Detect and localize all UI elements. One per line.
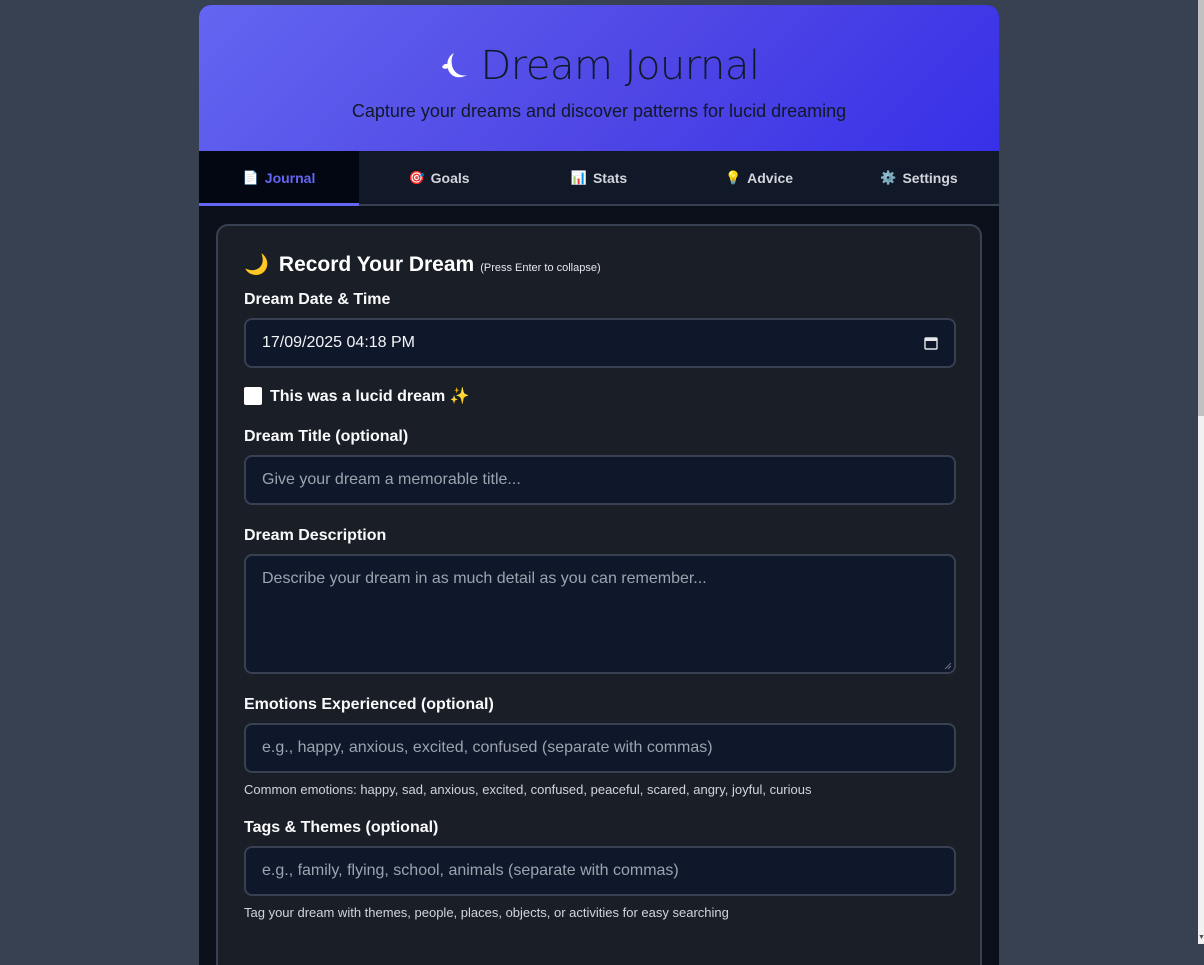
tab-label: Journal (264, 169, 316, 186)
date-label: Dream Date & Time (244, 291, 391, 308)
tags-help-text: Tag your dream with themes, people, plac… (244, 905, 729, 920)
collapse-hint: (Press Enter to collapse) (480, 262, 601, 274)
description-placeholder: Describe your dream in as much detail as… (262, 570, 707, 587)
card-title: Record Your Dream (278, 253, 475, 276)
title-label: Dream Title (optional) (244, 428, 409, 445)
crescent-moon-icon: 🌙 (244, 254, 269, 276)
tags-input[interactable]: e.g., family, flying, school, animals (s… (244, 846, 956, 896)
description-label: Dream Description (244, 527, 387, 544)
scrollbar-thumb[interactable] (1198, 0, 1204, 416)
tags-label: Tags & Themes (optional) (244, 819, 439, 836)
calendar-icon[interactable] (924, 336, 938, 350)
emotions-field-group: Emotions Experienced (optional) e.g., ha… (244, 696, 956, 797)
datetime-value: 17/09/2025 04:18 PM (262, 334, 416, 351)
lucid-checkbox-label[interactable]: This was a lucid dream ✨ (270, 386, 470, 406)
dream-title-input[interactable]: Give your dream a memorable title... (244, 455, 956, 505)
tab-goals[interactable]: 🎯 Goals (359, 151, 519, 204)
tab-settings[interactable]: ⚙️ Settings (839, 151, 999, 204)
tab-label: Advice (747, 169, 794, 186)
app-container: Dream Journal Capture your dreams and di… (199, 5, 999, 965)
moon-icon (442, 53, 468, 78)
app-title: Dream Journal (480, 43, 760, 89)
tab-bar: 📄 Journal 🎯 Goals 📊 Stats 💡 Advice ⚙️ Se… (199, 151, 999, 206)
tab-stats[interactable]: 📊 Stats (519, 151, 679, 204)
dream-description-textarea[interactable]: Describe your dream in as much detail as… (244, 554, 956, 674)
record-dream-card: 🌙 Record Your Dream (Press Enter to coll… (216, 224, 982, 965)
title-row: Dream Journal (199, 5, 999, 91)
tab-label: Stats (592, 169, 628, 186)
dream-datetime-input[interactable]: 17/09/2025 04:18 PM (244, 318, 956, 368)
emotions-help-text: Common emotions: happy, sad, anxious, ex… (244, 782, 812, 797)
app-subtitle: Capture your dreams and discover pattern… (351, 101, 847, 121)
gear-icon: ⚙️ (880, 169, 897, 185)
target-icon: 🎯 (408, 169, 425, 185)
tab-journal[interactable]: 📄 Journal (199, 151, 359, 206)
document-icon: 📄 (242, 169, 259, 185)
scroll-down-arrow-icon[interactable]: ▼ (1198, 934, 1204, 942)
title-field-group: Dream Title (optional) Give your dream a… (244, 428, 956, 505)
title-placeholder: Give your dream a memorable title... (262, 471, 521, 488)
tab-content: 🌙 Record Your Dream (Press Enter to coll… (199, 206, 999, 965)
emotions-input[interactable]: e.g., happy, anxious, excited, confused … (244, 723, 956, 773)
tab-advice[interactable]: 💡 Advice (679, 151, 839, 204)
lightbulb-icon: 💡 (724, 169, 742, 185)
tags-field-group: Tags & Themes (optional) e.g., family, f… (244, 819, 956, 920)
app-header: Dream Journal Capture your dreams and di… (199, 5, 999, 151)
emotions-label: Emotions Experienced (optional) (244, 696, 494, 713)
emotions-placeholder: e.g., happy, anxious, excited, confused … (262, 739, 713, 756)
date-field-group: Dream Date & Time 17/09/2025 04:18 PM (244, 291, 956, 368)
tab-label: Goals (430, 169, 470, 186)
lucid-checkbox-row[interactable]: This was a lucid dream ✨ (244, 386, 954, 406)
lucid-checkbox[interactable] (244, 387, 262, 405)
card-header[interactable]: 🌙 Record Your Dream (Press Enter to coll… (244, 252, 954, 277)
bar-chart-icon: 📊 (570, 169, 587, 185)
page-scrollbar[interactable]: ▼ (1198, 0, 1204, 944)
description-field-group: Dream Description Describe your dream in… (244, 527, 956, 674)
resize-handle-icon[interactable] (944, 662, 952, 670)
tab-label: Settings (902, 169, 958, 186)
tags-placeholder: e.g., family, flying, school, animals (s… (262, 862, 679, 879)
